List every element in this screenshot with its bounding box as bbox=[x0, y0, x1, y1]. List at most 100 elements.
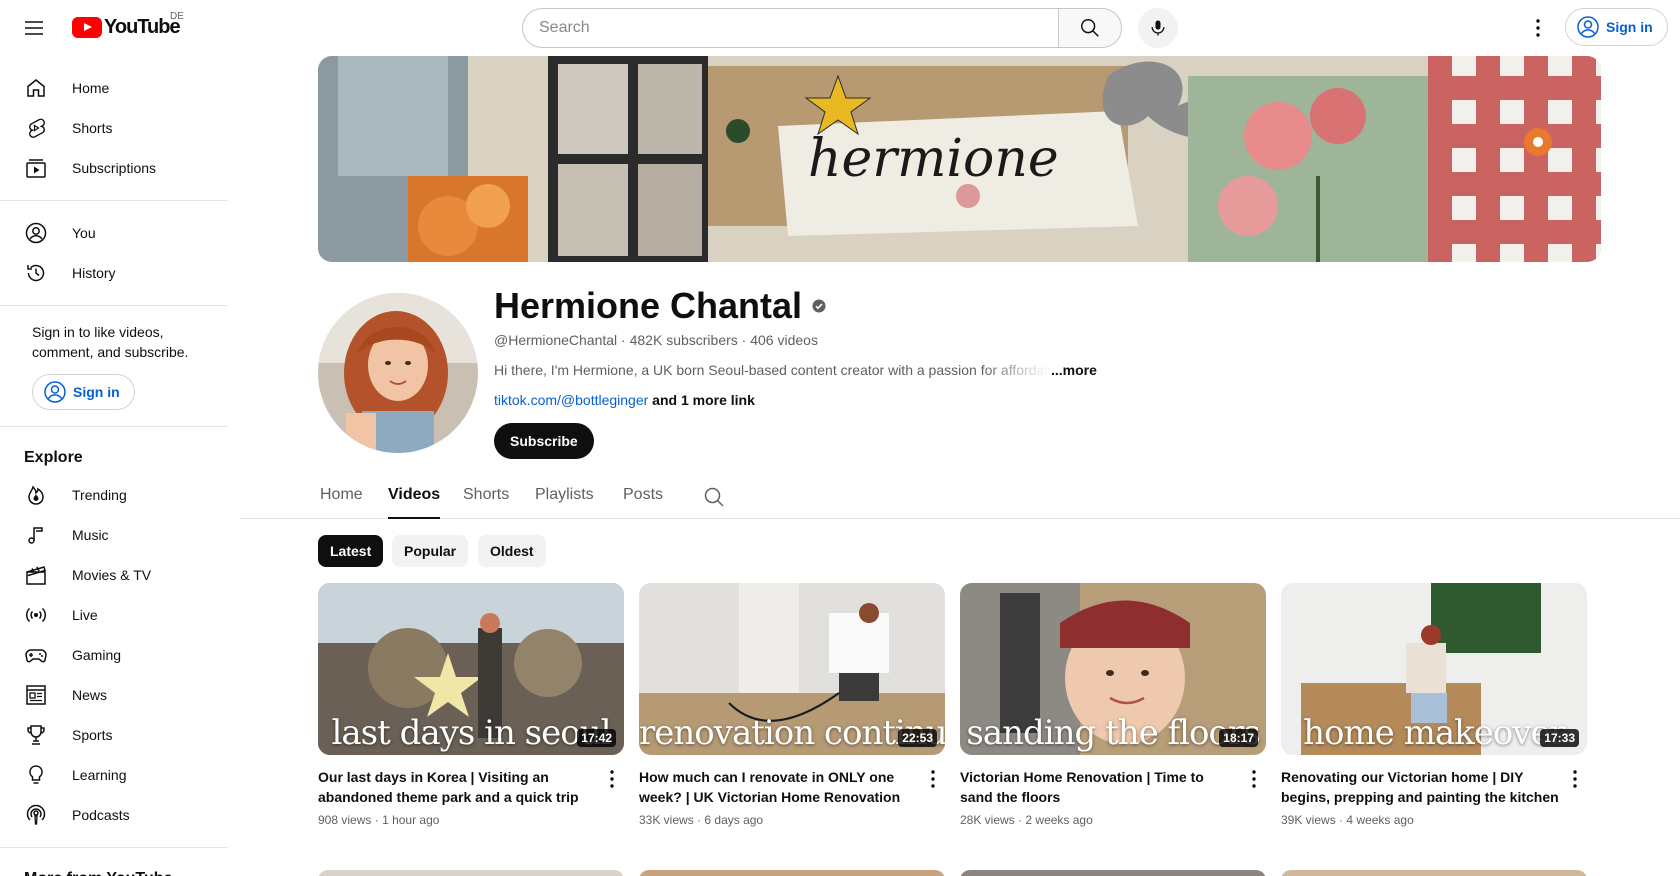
sidebar-item-news[interactable]: News bbox=[12, 675, 228, 715]
subscriptions-icon bbox=[26, 159, 46, 178]
search-button[interactable] bbox=[1058, 8, 1122, 48]
video-title[interactable]: How much can I renovate in ONLY one week… bbox=[639, 767, 919, 807]
video-meta: 28K views · 2 weeks ago bbox=[960, 813, 1266, 827]
top-bar: YouTube DE Sign in bbox=[0, 0, 1680, 56]
video-thumbnail[interactable]: home makeover 17:33 bbox=[1281, 583, 1587, 755]
sign-in-label: Sign in bbox=[1606, 19, 1653, 35]
subscriber-count: 482K subscribers bbox=[629, 332, 738, 348]
video-thumbnail[interactable]: renovation continues 22:53 bbox=[639, 583, 945, 755]
video-thumbnail-partial[interactable] bbox=[1281, 870, 1587, 876]
sidebar-item-label: Shorts bbox=[72, 120, 113, 136]
sidebar-item-learning[interactable]: Learning bbox=[12, 755, 228, 795]
upload-age: 2 weeks ago bbox=[1025, 813, 1093, 827]
history-icon bbox=[27, 264, 45, 282]
tab-videos[interactable]: Videos bbox=[388, 486, 441, 519]
tab-playlists[interactable]: Playlists bbox=[535, 486, 594, 519]
video-thumbnail-partial[interactable] bbox=[960, 870, 1266, 876]
banner-text: hermione bbox=[808, 129, 1059, 189]
logo-text: YouTube bbox=[104, 16, 181, 38]
video-thumbnail[interactable]: last days in seoul 17:42 bbox=[318, 583, 624, 755]
sidebar: Home Shorts Subscriptions You History Si… bbox=[0, 56, 240, 876]
more-links[interactable]: and 1 more link bbox=[652, 392, 755, 408]
more-vert-icon bbox=[1536, 19, 1540, 37]
sidebar-item-sports[interactable]: Sports bbox=[12, 715, 228, 755]
sidebar-item-gaming[interactable]: Gaming bbox=[12, 635, 228, 675]
video-thumbnail-partial[interactable] bbox=[318, 870, 624, 876]
video-title[interactable]: Renovating our Victorian home | DIY begi… bbox=[1281, 767, 1561, 807]
sidebar-sign-in-button[interactable]: Sign in bbox=[32, 374, 135, 410]
avatar-image bbox=[318, 293, 478, 453]
video-menu-button[interactable] bbox=[921, 767, 945, 791]
search-box bbox=[522, 8, 1122, 48]
news-icon bbox=[26, 685, 46, 705]
settings-menu-button[interactable] bbox=[1526, 16, 1550, 40]
banner-collage-image: hermione bbox=[318, 56, 1601, 262]
chip-latest[interactable]: Latest bbox=[318, 535, 384, 567]
video-thumbnail-partial[interactable] bbox=[639, 870, 945, 876]
chip-popular[interactable]: Popular bbox=[392, 535, 469, 567]
description-text: Hi there, I'm Hermione, a UK born Seoul-… bbox=[494, 362, 1049, 378]
sidebar-item-home[interactable]: Home bbox=[12, 68, 228, 108]
sidebar-divider bbox=[0, 426, 228, 427]
microphone-icon bbox=[1151, 20, 1165, 36]
video-thumbnail[interactable]: sanding the floors 18:17 bbox=[960, 583, 1266, 755]
sidebar-item-shorts[interactable]: Shorts bbox=[12, 108, 228, 148]
video-menu-button[interactable] bbox=[600, 767, 624, 791]
channel-links: tiktok.com/@bottleginger and 1 more link bbox=[494, 392, 755, 408]
search-input[interactable] bbox=[522, 8, 1058, 48]
sidebar-item-podcasts[interactable]: Podcasts bbox=[12, 795, 228, 835]
upload-age: 4 weeks ago bbox=[1346, 813, 1414, 827]
sign-in-button[interactable]: Sign in bbox=[1565, 8, 1668, 46]
video-card[interactable]: home makeover 17:33 Renovating our Victo… bbox=[1281, 583, 1587, 827]
more-link[interactable]: ...more bbox=[1051, 362, 1097, 378]
video-title[interactable]: Our last days in Korea | Visiting an aba… bbox=[318, 767, 598, 807]
video-duration: 17:42 bbox=[577, 729, 616, 747]
video-menu-button[interactable] bbox=[1242, 767, 1266, 791]
voice-search-button[interactable] bbox=[1138, 8, 1178, 48]
podcasts-icon bbox=[26, 804, 46, 825]
search-icon bbox=[1081, 19, 1099, 37]
video-duration: 22:53 bbox=[898, 729, 937, 747]
more-from-youtube-heading: More from YouTube bbox=[12, 860, 240, 876]
channel-search-icon[interactable] bbox=[702, 485, 726, 509]
sidebar-item-trending[interactable]: Trending bbox=[12, 475, 228, 515]
youtube-logo[interactable]: YouTube DE bbox=[72, 11, 184, 39]
sidebar-item-live[interactable]: Live bbox=[12, 595, 228, 635]
sidebar-item-music[interactable]: Music bbox=[12, 515, 228, 555]
verified-icon bbox=[812, 299, 826, 313]
shorts-icon bbox=[29, 118, 45, 138]
sidebar-item-history[interactable]: History bbox=[12, 253, 228, 293]
chip-oldest[interactable]: Oldest bbox=[478, 535, 546, 567]
sidebar-item-label: Home bbox=[72, 80, 110, 96]
channel-description[interactable]: Hi there, I'm Hermione, a UK born Seoul-… bbox=[494, 362, 1097, 378]
video-menu-button[interactable] bbox=[1563, 767, 1587, 791]
tiktok-link[interactable]: tiktok.com/@bottleginger bbox=[494, 392, 648, 408]
sidebar-divider bbox=[0, 200, 228, 201]
video-card[interactable]: renovation continues 22:53 How much can … bbox=[639, 583, 945, 827]
sidebar-item-label: Live bbox=[72, 607, 98, 623]
video-title[interactable]: Victorian Home Renovation | Time to sand… bbox=[960, 767, 1240, 807]
subscribe-button[interactable]: Subscribe bbox=[494, 423, 594, 459]
video-card[interactable]: sanding the floors 18:17 Victorian Home … bbox=[960, 583, 1266, 827]
view-count: 28K views bbox=[960, 813, 1015, 827]
menu-icon[interactable] bbox=[22, 16, 46, 40]
tab-posts[interactable]: Posts bbox=[623, 486, 663, 519]
video-card[interactable]: last days in seoul 17:42 Our last days i… bbox=[318, 583, 624, 827]
sidebar-item-label: Subscriptions bbox=[72, 160, 157, 176]
learning-icon bbox=[29, 765, 43, 784]
more-vert-icon bbox=[1252, 770, 1256, 788]
trending-icon bbox=[28, 485, 44, 505]
meta-separator: · bbox=[741, 332, 751, 348]
channel-avatar[interactable] bbox=[318, 293, 478, 453]
tab-shorts[interactable]: Shorts bbox=[463, 486, 509, 519]
video-count: 406 videos bbox=[750, 332, 818, 348]
gaming-icon bbox=[25, 649, 47, 663]
channel-title: Hermione Chantal bbox=[494, 284, 826, 328]
sidebar-item-you[interactable]: You bbox=[12, 213, 228, 253]
sign-in-prompt: Sign in to like videos, comment, and sub… bbox=[32, 324, 189, 360]
tab-home[interactable]: Home bbox=[320, 486, 363, 519]
sidebar-item-subscriptions[interactable]: Subscriptions bbox=[12, 148, 228, 188]
sidebar-item-label: You bbox=[72, 225, 96, 241]
sidebar-item-movies-tv[interactable]: Movies & TV bbox=[12, 555, 228, 595]
youtube-logo-icon bbox=[72, 17, 102, 38]
